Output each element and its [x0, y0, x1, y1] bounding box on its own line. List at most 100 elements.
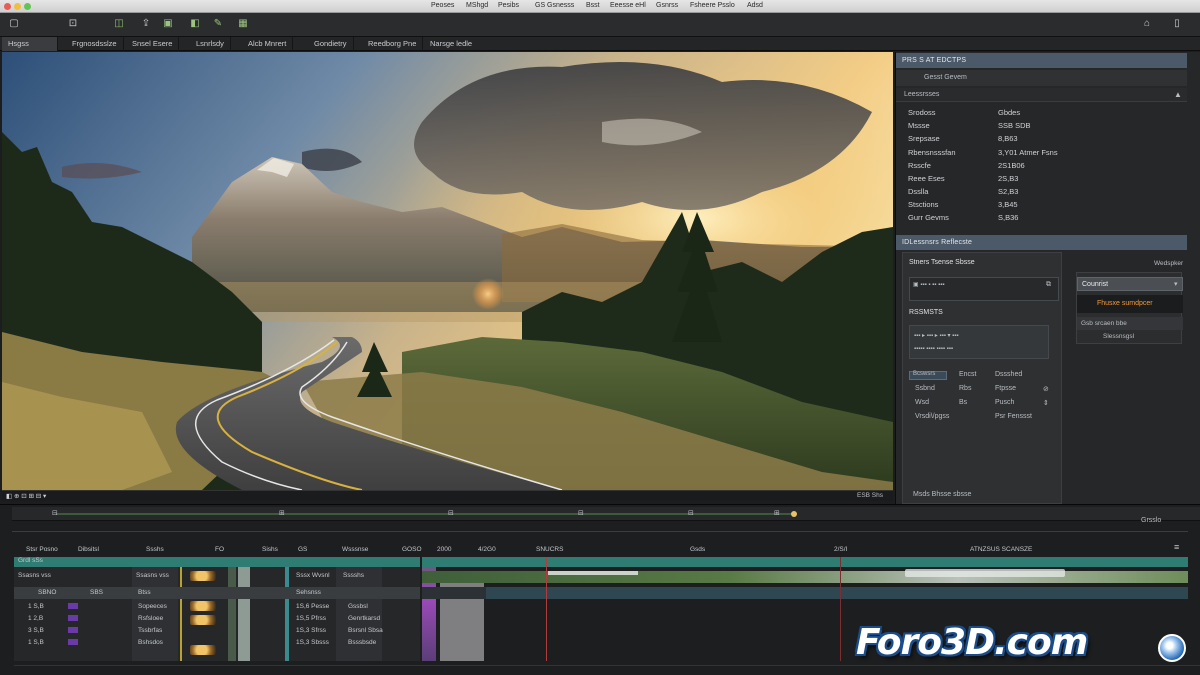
video-track-2[interactable] [422, 571, 1188, 583]
effects-row-c[interactable]: Psr Fenssst [995, 413, 1032, 420]
prop-row: Mssse SSB SDB [908, 121, 1178, 133]
crop-icon[interactable]: ⊡ [67, 18, 79, 30]
tab-1[interactable]: Hsgss [2, 37, 58, 51]
menu-item-6[interactable]: Eeesse eHl [610, 2, 646, 9]
prop-row: Rsscfe 2S1B06 [908, 161, 1178, 173]
selected-track-row[interactable] [14, 557, 420, 567]
menu-icon[interactable]: ≡ [1174, 542, 1179, 552]
option-item[interactable]: Gsb srcaen bbe [1077, 317, 1183, 330]
split-icon[interactable]: ◫ [113, 18, 125, 30]
effects-row-c[interactable]: Dssshed [995, 371, 1022, 378]
section-header[interactable]: Leessrsses ▲ [896, 88, 1187, 102]
tab-3[interactable]: Snsel Esere [126, 37, 180, 51]
export-icon[interactable]: ⇪ [140, 18, 152, 30]
menu-item-5[interactable]: Bsst [586, 2, 600, 9]
document-icon[interactable]: ▯ [1171, 18, 1183, 30]
timeline-scrubber[interactable]: ⊟ ⊞ ⊟ ⊟ ⊟ ⊞ [12, 507, 1200, 521]
menu-item-9[interactable]: Adsd [747, 2, 763, 9]
effects-row-a: Bcswsrs [913, 371, 936, 377]
track-cell: Bshsdos [138, 639, 163, 646]
copy-icon[interactable]: ⧉ [1046, 281, 1051, 289]
keyframe-icon[interactable]: ⊞ [774, 509, 780, 517]
tab-7[interactable]: Reedborg Pne [362, 37, 424, 51]
clip-thumbnail[interactable] [190, 645, 216, 655]
prop-row: Srepsase 8,B63 [908, 134, 1178, 146]
video-track-1[interactable] [422, 557, 1188, 567]
param-controls-top[interactable]: ▪▪▪ ▸ ▪▪▪ ▸ ▪▪▪ ▾ ▪▪▪ [914, 332, 959, 339]
track-color-chip[interactable] [68, 615, 78, 621]
image-icon[interactable]: ▣ [162, 18, 174, 30]
menu-item-7[interactable]: Gsnrss [656, 2, 678, 9]
effects-row-a: Vrsdi\/pgss [915, 413, 950, 420]
stepper-icon[interactable]: ⇕ [1043, 399, 1049, 407]
clip-thumbnail[interactable] [190, 571, 216, 581]
layout-icon[interactable]: ▢ [8, 18, 20, 30]
prop-value[interactable]: 3,Y01 Atmer Fsns [998, 148, 1058, 157]
menu-item-4[interactable]: GS Gsnesss [535, 2, 574, 9]
prop-value[interactable]: 3,B45 [998, 200, 1018, 209]
menu-item-1[interactable]: Peoses [431, 2, 454, 9]
effects-row-c[interactable]: Pusch [995, 399, 1014, 406]
close-window-button[interactable] [4, 3, 11, 10]
inspector-sub-label[interactable]: Gesst Gevem [924, 74, 967, 81]
keyframe-icon[interactable]: ⊟ [578, 509, 584, 517]
prop-value[interactable]: Gbdes [998, 108, 1020, 117]
param-controls-bottom[interactable]: ▪▪▪▪▪ ▪▪▪▪ ▪▪▪▪ ▪▪▪ [914, 346, 953, 352]
tab-5[interactable]: Alcb Mnrert [242, 37, 294, 51]
prop-row: Dsslla S2,B3 [908, 187, 1178, 199]
prop-value[interactable]: 8,B63 [998, 134, 1018, 143]
menu-item-3[interactable]: Pesibs [498, 2, 519, 9]
viewer-tool-icons[interactable]: ◧ ⊕ ⊡ ⊞ ⊟ ▾ [6, 492, 46, 500]
menu-item-2[interactable]: MShgd [466, 2, 488, 9]
effects-row-c[interactable]: Ftpsse [995, 385, 1016, 392]
effects-row-b[interactable]: Encst [959, 371, 977, 378]
prop-value[interactable]: 2S,B3 [998, 174, 1018, 183]
tab-8[interactable]: Narsge ledle [424, 37, 478, 51]
prop-value[interactable]: S,B36 [998, 213, 1018, 222]
tab-4[interactable]: Lsnrlsdy [190, 37, 231, 51]
track-color-chip[interactable] [68, 627, 78, 633]
home-icon[interactable]: ⌂ [1141, 18, 1153, 30]
image-viewport[interactable] [2, 52, 893, 490]
effects-row-b[interactable]: Bs [959, 399, 967, 406]
effects-row-b[interactable]: Rbs [959, 385, 971, 392]
menu-item-8[interactable]: Fsheere Psslo [690, 2, 735, 9]
link-icon[interactable]: ⊘ [1043, 385, 1049, 393]
minimize-window-button[interactable] [14, 3, 21, 10]
chevron-down-icon: ▾ [1174, 281, 1178, 288]
magic-icon[interactable]: ✎ [212, 18, 224, 30]
apply-button[interactable]: Fhusxe sumdpcer [1077, 295, 1183, 313]
prop-key: Gurr Gevms [908, 213, 949, 222]
track-header-row[interactable] [14, 587, 420, 599]
track-cell: Rsfsloee [138, 615, 164, 622]
effects-param-box[interactable]: ▪▪▪ ▸ ▪▪▪ ▸ ▪▪▪ ▾ ▪▪▪ ▪▪▪▪▪ ▪▪▪▪ ▪▪▪▪ ▪▪… [909, 325, 1049, 359]
preset-dropdown[interactable]: Counrist ▾ [1077, 277, 1183, 291]
collapse-icon[interactable]: ▲ [1174, 90, 1182, 99]
track-cell: Grdl sSs [18, 557, 43, 564]
track-color-chip[interactable] [68, 603, 78, 609]
track-cell: SBNO [38, 589, 57, 596]
clip-thumbnail[interactable] [190, 615, 216, 625]
grid-icon[interactable]: ▦ [237, 18, 249, 30]
keyframe-icon[interactable]: ⊟ [688, 509, 694, 517]
audio-clip[interactable] [486, 587, 1188, 599]
prop-value[interactable]: SSB SDB [998, 121, 1031, 130]
track-cell: Bsssbsde [348, 639, 377, 646]
track-color-chip[interactable] [68, 639, 78, 645]
prop-value[interactable]: 2S1B06 [998, 161, 1025, 170]
timeline-separator [12, 531, 1188, 532]
keyframe-icon[interactable]: ⊟ [448, 509, 454, 517]
clip-thumbnail[interactable] [190, 601, 216, 611]
landscape-image [2, 52, 893, 490]
keyframe-icon[interactable]: ⊟ [52, 509, 58, 517]
keyframe-icon[interactable]: ⊞ [279, 509, 285, 517]
zoom-window-button[interactable] [24, 3, 31, 10]
tab-2[interactable]: Frgnosdsslze [66, 37, 124, 51]
section-label: Leessrsses [904, 91, 940, 98]
prop-value[interactable]: S2,B3 [998, 187, 1018, 196]
tab-6[interactable]: Gondietry [308, 37, 354, 51]
option-label-2[interactable]: Slessnsgsl [1103, 333, 1134, 340]
effects-preview-box[interactable]: ▣ ▪▪▪ ▪ ▪▪ ▪▪▪ ⧉ [909, 277, 1059, 301]
chart-icon[interactable]: ◧ [189, 18, 201, 30]
playhead-handle[interactable] [791, 511, 797, 517]
